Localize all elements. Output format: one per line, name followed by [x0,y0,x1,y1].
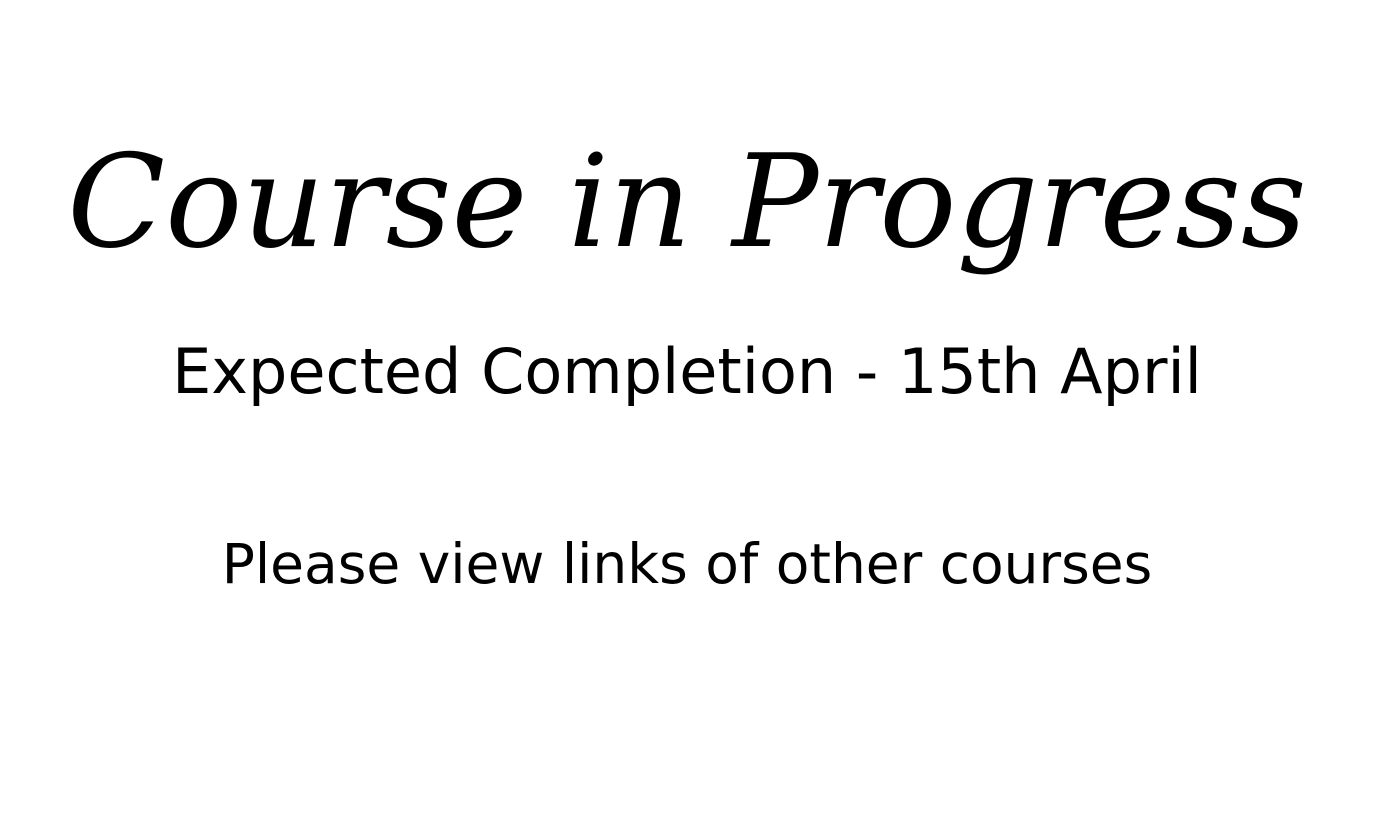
other-courses-note: Please view links of other courses [221,532,1153,596]
course-status-banner: Course in Progress Expected Completion -… [0,0,1374,828]
page-title: Course in Progress [67,128,1307,277]
expected-completion-text: Expected Completion - 15th April [172,335,1202,408]
